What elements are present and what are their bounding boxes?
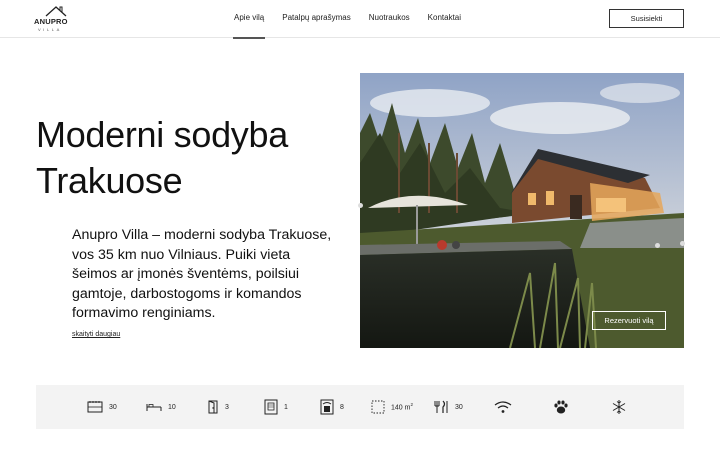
nav-item-contacts[interactable]: Kontaktai xyxy=(419,0,470,38)
villa-photo-illustration xyxy=(360,73,684,348)
read-more-link[interactable]: skaityti daugiau xyxy=(72,331,120,338)
amenity-rooms: 3 xyxy=(207,398,229,416)
pets-icon xyxy=(554,400,568,414)
page-title: Moderni sodyba Trakuose xyxy=(36,112,336,204)
amenity-value: 3 xyxy=(225,403,229,411)
slider-prev-dot[interactable] xyxy=(358,203,363,208)
title-line-2: Trakuose xyxy=(36,160,183,201)
amenity-value: 1 xyxy=(284,403,288,411)
contact-button[interactable]: Susisiekti xyxy=(609,9,684,28)
site-header: ANUPRO VILLA Apie vilą Patalpų aprašymas… xyxy=(0,0,720,39)
amenity-value: 140 m2 xyxy=(391,402,413,412)
nav-item-rooms[interactable]: Patalpų aprašymas xyxy=(273,0,359,38)
amenity-air-conditioning xyxy=(611,398,627,416)
door-icon xyxy=(208,400,218,414)
amenity-pets xyxy=(553,398,569,416)
title-line-1: Moderni sodyba xyxy=(36,114,288,155)
amenity-dining: 30 xyxy=(433,398,463,416)
wifi-icon xyxy=(494,401,512,413)
slider-next-dot[interactable] xyxy=(680,241,685,246)
roof-logo-icon xyxy=(45,6,67,17)
logo-subtext: VILLA xyxy=(38,27,62,32)
slider-dot-active[interactable] xyxy=(655,243,660,248)
logo[interactable]: ANUPRO VILLA xyxy=(34,5,74,33)
amenity-value: 8 xyxy=(340,403,344,411)
hero-description: Anupro Villa – moderni sodyba Trakuose, … xyxy=(72,227,332,321)
bed-icon xyxy=(146,404,162,411)
dining-icon xyxy=(434,400,448,413)
main-nav: Apie vilą Patalpų aprašymas Nuotraukos K… xyxy=(225,0,470,39)
logo-text: ANUPRO xyxy=(34,17,68,26)
amenities-bar: 30 10 3 1 8 140 m2 30 xyxy=(36,385,684,429)
nav-item-photos[interactable]: Nuotraukos xyxy=(360,0,419,38)
amenity-showers: 8 xyxy=(320,398,344,416)
amenity-value: 30 xyxy=(455,403,463,411)
nav-item-about[interactable]: Apie vilą xyxy=(225,0,273,39)
amenity-beds: 10 xyxy=(146,398,176,416)
sleeping-places-icon xyxy=(87,401,103,413)
amenity-area: 140 m2 xyxy=(371,398,413,416)
shower-icon xyxy=(320,399,334,415)
air-conditioning-icon xyxy=(612,400,626,414)
bathroom-icon xyxy=(264,399,278,415)
amenity-sleeping-places: 30 xyxy=(87,398,117,416)
reserve-villa-button[interactable]: Rezervuoti vilą xyxy=(592,311,666,330)
area-unit-superscript: 2 xyxy=(410,402,413,408)
villa-photo xyxy=(360,73,684,348)
amenity-bathrooms: 1 xyxy=(264,398,288,416)
area-icon xyxy=(371,400,385,414)
amenity-value: 10 xyxy=(168,403,176,411)
amenity-wifi xyxy=(494,398,512,416)
amenity-value: 30 xyxy=(109,403,117,411)
